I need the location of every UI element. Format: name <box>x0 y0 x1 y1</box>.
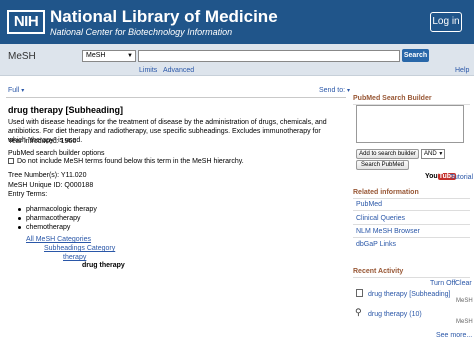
caret-down-icon: ▾ <box>347 88 351 94</box>
search-bar: MeSH MeSH ▼ Search Limits Advanced Help <box>0 44 474 76</box>
search-builder-title[interactable]: PubMed Search Builder <box>353 94 470 105</box>
exclude-hierarchy-label: Do not include MeSH terms found below th… <box>17 158 244 165</box>
list-item: chemotherapy <box>18 223 97 232</box>
entry-terms-label: Entry Terms: <box>8 191 48 198</box>
caret-down-icon: ▾ <box>21 88 25 94</box>
site-header: NIH National Library of Medicine Nationa… <box>0 0 474 44</box>
year-introduced: Year introduced: 1966 <box>8 138 77 145</box>
tree-link-all-categories[interactable]: All MeSH Categories <box>26 235 91 244</box>
search-pubmed-button[interactable]: Search PubMed <box>356 160 409 170</box>
youtube-logo[interactable]: YouTube <box>425 172 456 182</box>
unique-id: MeSH Unique ID: Q000188 <box>8 182 94 189</box>
turn-off-link[interactable]: Turn Off <box>430 279 455 288</box>
divider <box>353 224 470 225</box>
chevron-down-icon: ▼ <box>127 53 133 59</box>
recent-item-1[interactable]: drug therapy [Subheading] <box>368 290 451 299</box>
database-select[interactable]: MeSH ▼ <box>82 50 136 62</box>
list-item: pharmacologic therapy <box>18 205 97 214</box>
related-info-title[interactable]: Related information <box>353 188 470 199</box>
exclude-hierarchy-checkbox[interactable] <box>8 158 14 164</box>
related-link-dbgap[interactable]: dbGaP Links <box>356 240 396 249</box>
document-icon <box>356 289 363 297</box>
add-to-search-builder-button[interactable]: Add to search builder <box>356 149 419 159</box>
list-item: pharmacotherapy <box>18 214 97 223</box>
clear-link[interactable]: Clear <box>455 279 472 288</box>
operator-select[interactable]: AND ▼ <box>421 149 445 159</box>
chevron-down-icon: ▼ <box>438 151 444 157</box>
search-input[interactable] <box>138 50 400 62</box>
search-button[interactable]: Search <box>402 49 429 62</box>
search-icon: ⚲ <box>355 308 362 318</box>
tree-number: Tree Number(s): Y11.020 <box>8 172 87 179</box>
related-link-mesh-browser[interactable]: NLM MeSH Browser <box>356 227 420 236</box>
database-select-value: MeSH <box>86 52 106 59</box>
send-to-dropdown[interactable]: Send to: ▾ <box>319 86 350 96</box>
related-link-pubmed[interactable]: PubMed <box>356 200 382 209</box>
tutorial-link[interactable]: Tutorial <box>450 173 473 182</box>
nih-logo[interactable]: NIH <box>7 10 45 34</box>
divider <box>353 210 470 211</box>
see-more-link[interactable]: See more... <box>436 331 472 340</box>
recent-activity-title[interactable]: Recent Activity <box>353 267 470 278</box>
search-builder-textarea[interactable] <box>356 105 464 143</box>
advanced-link[interactable]: Advanced <box>163 66 194 75</box>
tree-current-term: drug therapy <box>82 262 125 269</box>
site-subtitle: National Center for Biotechnology Inform… <box>50 27 233 37</box>
site-title[interactable]: National Library of Medicine <box>50 7 278 27</box>
recent-item-db: MeSH <box>456 319 473 325</box>
help-link[interactable]: Help <box>455 66 469 75</box>
youtube-logo-you: You <box>425 173 438 180</box>
display-format-dropdown[interactable]: Full ▾ <box>8 86 24 96</box>
tree-link-subheadings[interactable]: Subheadings Category <box>44 244 115 253</box>
recent-item-2[interactable]: drug therapy (10) <box>368 310 422 319</box>
display-format-label: Full <box>8 87 20 94</box>
divider <box>6 97 346 98</box>
entry-terms-list: pharmacologic therapy pharmacotherapy ch… <box>18 205 97 232</box>
operator-select-value: AND <box>424 151 437 157</box>
recent-item-db: MeSH <box>456 298 473 304</box>
database-label: MeSH <box>8 51 36 62</box>
divider <box>353 237 470 238</box>
login-button[interactable]: Log in <box>430 12 462 32</box>
related-link-clinical-queries[interactable]: Clinical Queries <box>356 214 405 223</box>
limits-link[interactable]: Limits <box>139 66 157 75</box>
send-to-label: Send to: <box>319 87 346 94</box>
record-title: drug therapy [Subheading] <box>8 105 124 115</box>
